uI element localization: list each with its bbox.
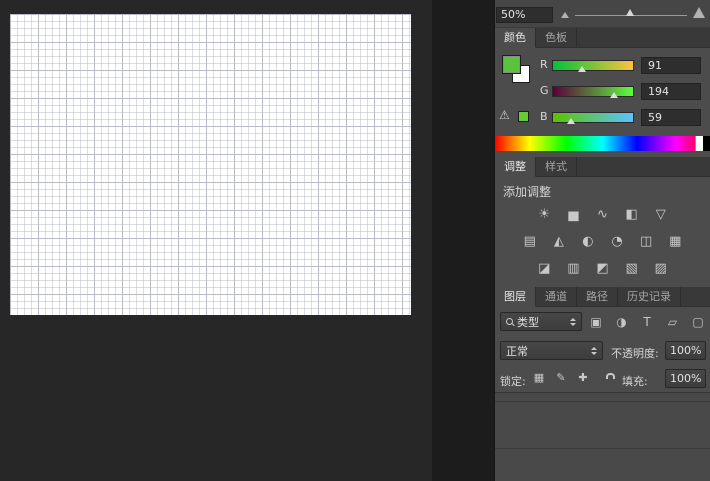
tab-history[interactable]: 历史记录	[618, 287, 681, 306]
foreground-swatch[interactable]	[502, 55, 521, 74]
right-panel-dock: 50% 颜色 色板 R 91 G 194 ⚠ B 59 调整 样式 添加调整 ☀…	[494, 0, 710, 481]
channel-slider-thumb[interactable]	[578, 66, 586, 72]
channel-mixer-icon[interactable]: ◫	[638, 234, 654, 250]
layer-row-divider	[495, 401, 710, 402]
tab-channels[interactable]: 通道	[536, 287, 577, 306]
channel-slider-thumb[interactable]	[567, 118, 575, 124]
adjustment-icon-row: ▤ ◭ ◐ ◔ ◫ ▦	[495, 230, 710, 248]
channel-label-r: R	[540, 57, 552, 73]
channel-value-r[interactable]: 91	[641, 57, 701, 74]
spectrum-white-swatch[interactable]	[695, 136, 703, 151]
tab-paths[interactable]: 路径	[577, 287, 618, 306]
lock-move-icon[interactable]: ✚	[576, 371, 590, 384]
gamut-warning-icon[interactable]: ⚠	[499, 108, 510, 122]
channel-slider[interactable]	[552, 60, 634, 71]
lock-label: 锁定:	[500, 373, 526, 389]
tab-adjustments[interactable]: 调整	[495, 157, 536, 177]
tab-styles[interactable]: 样式	[536, 157, 577, 176]
lock-paint-icon[interactable]: ✎	[554, 371, 568, 384]
filter-smart-objects-icon[interactable]: ▢	[689, 315, 707, 329]
channel-label-g: G	[540, 83, 552, 99]
selective-color-icon[interactable]: ▨	[653, 261, 669, 277]
layer-filter-value: 类型	[517, 314, 566, 330]
zoom-out-icon[interactable]	[561, 12, 569, 18]
channel-value-g[interactable]: 194	[641, 83, 701, 100]
layer-filter-icon-group: ▣ ◑ T ▱ ▢	[587, 312, 707, 332]
layers-list[interactable]	[495, 392, 710, 481]
add-adjustment-label: 添加调整	[503, 183, 551, 200]
photo-filter-icon[interactable]: ◔	[609, 234, 625, 250]
canvas-workspace[interactable]	[0, 0, 432, 481]
blend-mode-value: 正常	[506, 343, 587, 359]
tab-swatches[interactable]: 色板	[536, 28, 577, 47]
fill-label: 填充:	[622, 373, 648, 389]
lock-icon-group: ▦ ✎ ✚	[532, 369, 612, 386]
spectrum-black-swatch[interactable]	[703, 136, 710, 151]
adjustment-icon-row: ◪ ▥ ◩ ▧ ▨	[495, 257, 710, 275]
blend-mode-dropdown[interactable]: 正常	[500, 341, 603, 360]
chevron-updown-icon	[570, 318, 576, 326]
opacity-label: 不透明度:	[611, 345, 659, 361]
tab-color[interactable]: 颜色	[495, 28, 536, 48]
opacity-field[interactable]: 100%	[665, 341, 706, 360]
hue-saturation-icon[interactable]: ▤	[522, 234, 538, 250]
channel-value-b[interactable]: 59	[641, 109, 701, 126]
zoom-value-field[interactable]: 50%	[496, 7, 553, 23]
black-white-icon[interactable]: ◐	[580, 234, 596, 250]
vibrance-icon[interactable]: ▽	[653, 207, 669, 223]
color-balance-icon[interactable]: ◭	[551, 234, 567, 250]
zoom-in-icon[interactable]	[693, 7, 705, 18]
brightness-contrast-icon[interactable]: ☀	[536, 207, 552, 223]
layers-panel-tabbar: 图层 通道 路径 历史记录	[495, 287, 710, 307]
channel-label-b: B	[540, 109, 552, 125]
threshold-icon[interactable]: ◩	[595, 261, 611, 277]
adjustments-panel-tabbar: 调整 样式	[495, 157, 710, 177]
channel-slider-thumb[interactable]	[610, 92, 618, 98]
invert-icon[interactable]: ◪	[536, 261, 552, 277]
layer-row-divider	[495, 448, 710, 449]
chevron-updown-icon	[591, 347, 597, 355]
filter-shape-layers-icon[interactable]: ▱	[664, 315, 682, 329]
curves-icon[interactable]: ∿	[595, 207, 611, 223]
lock-transparency-icon[interactable]: ▦	[532, 371, 546, 384]
channel-slider[interactable]	[552, 86, 634, 97]
document-canvas[interactable]	[10, 14, 411, 315]
adjustment-icon-row: ☀ ▅ ∿ ◧ ▽	[495, 203, 710, 221]
exposure-icon[interactable]: ◧	[624, 207, 640, 223]
color-spectrum-ramp[interactable]	[495, 136, 710, 151]
gradient-map-icon[interactable]: ▧	[624, 261, 640, 277]
channel-slider[interactable]	[552, 112, 634, 123]
navigator-zoom-bar: 50%	[495, 0, 710, 28]
levels-icon[interactable]: ▅	[565, 207, 581, 223]
layer-filter-dropdown[interactable]: 类型	[500, 312, 582, 331]
fill-field[interactable]: 100%	[665, 369, 706, 388]
zoom-slider-thumb[interactable]	[626, 9, 634, 16]
color-panel-tabbar: 颜色 色板	[495, 28, 710, 48]
color-lookup-icon[interactable]: ▦	[667, 234, 683, 250]
tab-layers[interactable]: 图层	[495, 287, 536, 307]
filter-adjustment-layers-icon[interactable]: ◑	[613, 315, 631, 329]
posterize-icon[interactable]: ▥	[565, 261, 581, 277]
filter-search-icon	[506, 318, 513, 325]
websafe-swatch[interactable]	[518, 111, 529, 122]
filter-pixel-layers-icon[interactable]: ▣	[587, 315, 605, 329]
filter-type-layers-icon[interactable]: T	[638, 315, 656, 329]
